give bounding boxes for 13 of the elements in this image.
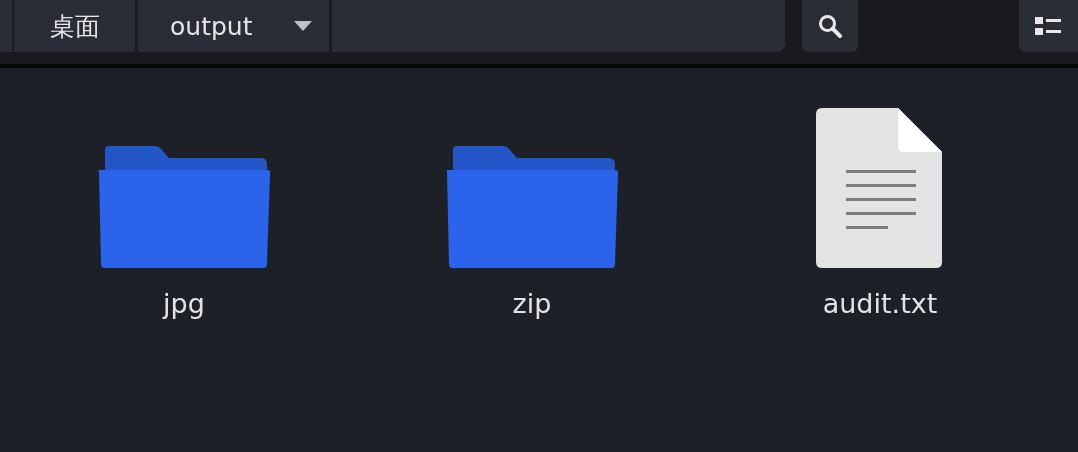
folder-icon <box>97 146 271 270</box>
folder-icon <box>445 146 619 270</box>
list-view-icon <box>1034 15 1061 37</box>
file-item[interactable]: audit.txt <box>706 108 1054 319</box>
view-toggle-button[interactable] <box>1018 0 1078 52</box>
search-button[interactable] <box>802 0 858 52</box>
file-item[interactable]: jpg <box>10 108 358 319</box>
file-name: jpg <box>163 288 205 319</box>
file-item[interactable]: zip <box>358 108 706 319</box>
file-name: audit.txt <box>822 288 938 319</box>
file-name: zip <box>512 288 552 319</box>
text-file-icon <box>816 108 944 270</box>
search-icon <box>816 13 843 39</box>
